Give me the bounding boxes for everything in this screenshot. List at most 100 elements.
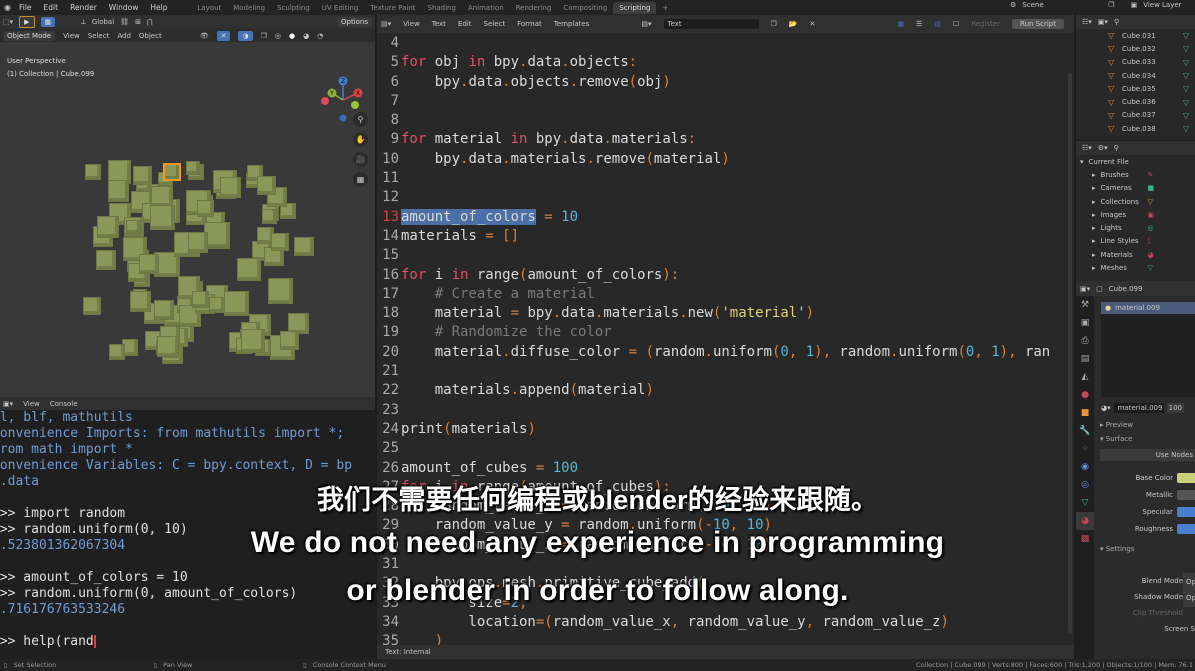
code-line[interactable]: 14 materials = [] — [377, 227, 1074, 246]
word-wrap-toggle-icon[interactable]: ☰ — [916, 20, 922, 28]
console-input[interactable]: >>> help(rand — [0, 634, 375, 650]
outliner-item[interactable]: ▽ Cube.036 ▽ — [1076, 95, 1195, 108]
outliner-item[interactable]: ▽ Cube.032 ▽ — [1076, 42, 1195, 55]
expand-icon[interactable]: ▸ — [1092, 251, 1096, 259]
cube-object[interactable] — [133, 165, 152, 185]
expand-icon[interactable]: ▸ — [1092, 198, 1096, 206]
code-line[interactable]: 6 bpy.data.objects.remove(obj) — [377, 73, 1074, 92]
output-tab-icon[interactable]: ⎙ — [1076, 332, 1094, 350]
mode-selector[interactable]: Object Mode — [3, 30, 56, 41]
code-line[interactable]: 20 material.diffuse_color = (random.unif… — [377, 343, 1074, 362]
new-text-icon[interactable]: ❐ — [771, 20, 777, 28]
view-layer-icon[interactable]: ▣ — [1131, 1, 1138, 9]
expand-icon[interactable]: ▸ — [1092, 237, 1096, 245]
expand-icon[interactable]: ▾ — [1080, 158, 1084, 166]
editor-type-icon[interactable]: ▣▾ — [3, 400, 13, 408]
code-line[interactable]: 16 for i in range(amount_of_colors): — [377, 266, 1074, 285]
object-tab-icon[interactable]: ■ — [1076, 404, 1094, 422]
zoom-view-icon[interactable]: ⚲ — [353, 112, 368, 127]
cube-object[interactable] — [154, 299, 174, 320]
cube-object[interactable] — [187, 232, 209, 253]
expand-icon[interactable]: ▸ — [1092, 224, 1096, 232]
display-mode-icon[interactable]: ▣▾ — [1098, 18, 1108, 26]
render-tab-icon[interactable]: ▣ — [1076, 314, 1094, 332]
cube-object[interactable] — [82, 297, 101, 316]
browser-item-cameras[interactable]: ▸ Cameras ■ — [1076, 182, 1195, 195]
mesh-data-icon[interactable]: ▽ — [1183, 111, 1189, 120]
workspace-tab-compositing[interactable]: Compositing — [557, 2, 613, 14]
code-line[interactable]: 19 # Randomize the color — [377, 323, 1074, 342]
material-users-count[interactable]: 100 — [1166, 403, 1184, 413]
camera-view-icon[interactable]: 🎥 — [353, 152, 368, 167]
options-dropdown[interactable]: Options — [336, 17, 372, 27]
code-line[interactable]: 4 — [377, 34, 1074, 53]
3d-viewport[interactable]: ⬚▾ ▶ ▦ ⟂ Global ⛓ ⊞ ⋂ Options Object Mod… — [0, 15, 375, 397]
code-line[interactable]: 34 location=(random_value_x, random_valu… — [377, 613, 1074, 632]
text-menu-text[interactable]: Text — [432, 20, 446, 28]
viewport-menu-add[interactable]: Add — [117, 32, 131, 40]
code-line[interactable]: 10 bpy.data.materials.remove(material) — [377, 150, 1074, 169]
console-menu-view[interactable]: View — [23, 400, 40, 408]
scene-selector[interactable]: Scene — [1022, 1, 1102, 9]
outliner-item[interactable]: ▽ Cube.033 ▽ — [1076, 56, 1195, 69]
workspace-tab-texture-paint[interactable]: Texture Paint — [364, 2, 421, 14]
menu-file[interactable]: File — [13, 3, 38, 12]
scene-tab-icon[interactable]: ◭ — [1076, 368, 1094, 386]
text-browse-icon[interactable]: ▤▾ — [641, 20, 651, 28]
browser-item-images[interactable]: ▸ Images ▣ — [1076, 208, 1195, 221]
mesh-data-icon[interactable]: ▽ — [1183, 84, 1189, 93]
code-line[interactable]: 18 material = bpy.data.materials.new('ma… — [377, 304, 1074, 323]
menu-render[interactable]: Render — [64, 3, 103, 12]
material-slot-list[interactable]: ● material.009 — [1101, 302, 1195, 397]
line-numbers-toggle-icon[interactable]: ▦ — [897, 20, 904, 28]
search-icon[interactable]: ⚲ — [1114, 144, 1119, 152]
cube-object[interactable] — [97, 216, 119, 238]
cube-object[interactable] — [150, 205, 176, 230]
scene-icon[interactable]: ⚙ — [1010, 1, 1016, 9]
view-layer-selector[interactable]: View Layer — [1143, 1, 1181, 9]
open-text-icon[interactable]: 📂 — [789, 20, 798, 28]
screen-space-row[interactable]: Screen S — [1096, 621, 1195, 637]
editor-type-icon[interactable]: ⬚▾ — [3, 18, 13, 26]
code-line[interactable]: 9 for material in bpy.data.materials: — [377, 130, 1074, 149]
outliner-item[interactable]: ▽ Cube.034 ▽ — [1076, 69, 1195, 82]
gizmo-toggle-icon[interactable]: ✕ — [216, 30, 231, 41]
code-line[interactable]: 21 — [377, 362, 1074, 381]
cube-object[interactable] — [109, 344, 126, 361]
snap-icon[interactable]: ⊞ — [135, 18, 141, 26]
overlay-toggle-icon[interactable]: ◑ — [238, 30, 253, 41]
selected-cube[interactable] — [163, 163, 181, 181]
mesh-data-icon[interactable]: ▽ — [1183, 98, 1189, 107]
browser-item-collections[interactable]: ▸ Collections ▽ — [1076, 195, 1195, 208]
browser-item-line-styles[interactable]: ▸ Line Styles ⟆ — [1076, 235, 1195, 248]
particles-tab-icon[interactable]: ⁘ — [1076, 440, 1094, 458]
cube-object[interactable] — [240, 329, 265, 354]
expand-icon[interactable]: ▸ — [1092, 264, 1096, 272]
cube-object[interactable] — [138, 254, 159, 275]
xray-icon[interactable]: ❐ — [261, 32, 267, 40]
text-menu-templates[interactable]: Templates — [554, 20, 590, 28]
world-tab-icon[interactable]: ● — [1076, 386, 1094, 404]
cube-object[interactable] — [126, 220, 141, 235]
browser-item-materials[interactable]: ▸ Materials ◕ — [1076, 248, 1195, 261]
mesh-data-icon[interactable]: ▽ — [1183, 124, 1189, 133]
cube-object[interactable] — [85, 163, 102, 180]
workspace-tab-rendering[interactable]: Rendering — [510, 2, 558, 14]
cube-object[interactable] — [107, 180, 130, 202]
outliner-type-icon[interactable]: ☷▾ — [1082, 144, 1092, 152]
close-text-icon[interactable]: ✕ — [810, 20, 816, 28]
code-line[interactable]: 7 — [377, 92, 1074, 111]
cube-object[interactable] — [185, 160, 200, 175]
workspace-tab-scripting[interactable]: Scripting — [613, 1, 657, 14]
cube-object[interactable] — [157, 335, 179, 358]
cube-object[interactable] — [294, 236, 314, 257]
cube-object[interactable] — [268, 278, 294, 304]
search-icon[interactable]: ⚲ — [1114, 18, 1119, 26]
mesh-data-icon[interactable]: ▽ — [1183, 44, 1189, 53]
orientation-icon[interactable]: ⟂ — [81, 18, 86, 27]
preview-panel[interactable]: ▸ Preview — [1100, 421, 1195, 429]
workspace-tab-modeling[interactable]: Modeling — [227, 2, 271, 14]
expand-icon[interactable]: ▸ — [1092, 171, 1096, 179]
cube-object[interactable] — [196, 199, 214, 217]
workspace-tab-shading[interactable]: Shading — [422, 2, 462, 14]
